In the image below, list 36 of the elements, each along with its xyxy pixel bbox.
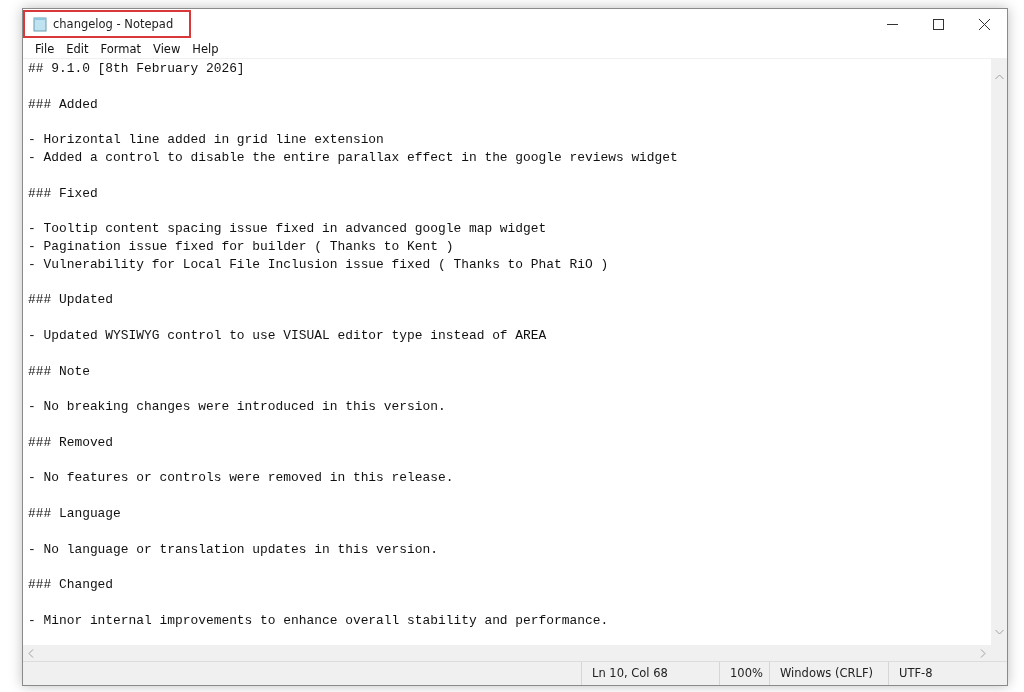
section-heading: ### Note (28, 363, 90, 379)
changelog-line: - Pagination issue fixed for builder ( Thanks to Kent ) (28, 238, 454, 254)
changelog-line: - Tooltip content spacing issue fixed in advanced google map widget (28, 221, 547, 237)
section-heading: ### Added (28, 96, 98, 112)
menu-item[interactable]: Edit (60, 41, 95, 56)
changelog-line: - Added a control to disable the entire parallax effect in the google reviews widget (28, 150, 678, 165)
status-text: 100% (719, 662, 769, 685)
status-text: Windows (CRLF) (769, 662, 888, 685)
changelog-line: - No breaking changes were introduced in this version. (28, 399, 446, 415)
scroll-left-icon[interactable] (28, 648, 34, 658)
changelog-line: - Minor internal improvements to enhance overall stability and performance. (28, 612, 609, 628)
section-heading: ### Fixed (28, 185, 98, 201)
window-title: changelog - Notepad (53, 17, 174, 31)
section-heading: ### Language (28, 505, 121, 521)
status-text: Ln 10, Col 68 (581, 662, 719, 685)
maximize-icon (932, 18, 944, 30)
changelog-line: - No language or translation updates in this version. (28, 541, 438, 557)
menu-item[interactable]: File (29, 41, 61, 56)
menu-item[interactable]: Format (94, 41, 148, 56)
changelog-line: - No features or controls were removed in this release. (28, 470, 454, 486)
notepad-icon (33, 16, 47, 32)
version-heading: ## 9.1.0 [8th February 2026] (28, 61, 245, 76)
scroll-right-icon[interactable] (980, 648, 986, 658)
section-heading: ### Removed (28, 434, 114, 450)
section-heading: ### Changed (28, 577, 114, 593)
changelog-line: - Horizontal line added in grid line extension (28, 132, 384, 148)
section-heading: ### Updated (28, 292, 114, 308)
scroll-down-icon[interactable] (994, 629, 1004, 635)
scroll-up-icon[interactable] (994, 74, 1004, 80)
menu-item[interactable]: Help (186, 41, 225, 56)
minimize-icon (886, 23, 898, 25)
status-text: UTF-8 (888, 662, 983, 685)
close-icon (978, 18, 990, 30)
changelog-line: - Updated WYSIWYG control to use VISUAL editor type instead of AREA (28, 327, 547, 343)
changelog-line: - Vulnerability for Local File Inclusion issue fixed ( Thanks to Phat RiO ) (28, 256, 609, 272)
menu-item[interactable]: View (147, 41, 187, 56)
